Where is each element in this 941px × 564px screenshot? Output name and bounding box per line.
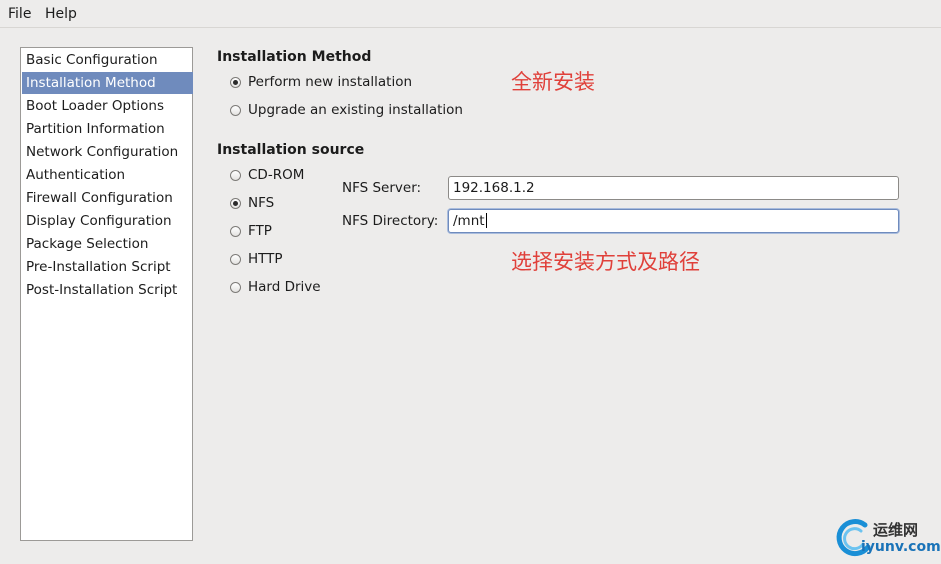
menu-help[interactable]: Help (45, 6, 77, 22)
sidebar-item-pre-installation-script[interactable]: Pre-Installation Script (22, 256, 193, 278)
text-caret (485, 213, 487, 228)
radio-label: NFS (248, 195, 275, 211)
radio-label: HTTP (248, 251, 283, 267)
annotation-new-install: 全新安装 (511, 70, 595, 94)
radio-label: Upgrade an existing installation (248, 102, 463, 118)
sidebar-item-firewall-configuration[interactable]: Firewall Configuration (22, 187, 193, 209)
sidebar-item-boot-loader-options[interactable]: Boot Loader Options (22, 95, 193, 117)
radio-checked-icon[interactable] (230, 198, 241, 209)
watermark-url: iyunv.com (861, 539, 941, 555)
radio-unchecked-icon[interactable] (230, 226, 241, 237)
nfs-server-label: NFS Server: (342, 180, 422, 196)
nfs-server-input[interactable]: 192.168.1.2 (448, 176, 899, 200)
radio-unchecked-icon[interactable] (230, 105, 241, 116)
nfs-directory-value: /mnt (453, 213, 485, 229)
radio-unchecked-icon[interactable] (230, 254, 241, 265)
radio-label: CD-ROM (248, 167, 305, 183)
radio-unchecked-icon[interactable] (230, 170, 241, 181)
sidebar-item-installation-method[interactable]: Installation Method (22, 72, 193, 94)
sidebar-item-post-installation-script[interactable]: Post-Installation Script (22, 279, 193, 301)
installation-source-heading: Installation source (217, 142, 365, 158)
radio-label: Hard Drive (248, 279, 321, 295)
menu-file[interactable]: File (8, 6, 31, 22)
watermark-name: 运维网 (873, 521, 919, 539)
sidebar-item-display-configuration[interactable]: Display Configuration (22, 210, 193, 232)
radio-checked-icon[interactable] (230, 77, 241, 88)
nfs-directory-label: NFS Directory: (342, 213, 439, 229)
sidebar-item-package-selection[interactable]: Package Selection (22, 233, 193, 255)
sidebar-item-basic-configuration[interactable]: Basic Configuration (22, 49, 193, 71)
sidebar-item-partition-information[interactable]: Partition Information (22, 118, 193, 140)
installation-method-heading: Installation Method (217, 49, 372, 65)
radio-label: FTP (248, 223, 272, 239)
menu-bar: File Help (0, 0, 941, 28)
radio-label: Perform new installation (248, 74, 413, 90)
site-watermark: 运维网 iyunv.com (835, 517, 941, 559)
sidebar-item-authentication[interactable]: Authentication (22, 164, 193, 186)
nfs-server-value: 192.168.1.2 (453, 180, 535, 196)
sidebar-item-network-configuration[interactable]: Network Configuration (22, 141, 193, 163)
annotation-choose-method: 选择安装方式及路径 (511, 250, 700, 274)
nfs-directory-input[interactable]: /mnt (448, 209, 899, 233)
sidebar-section-list: Basic Configuration Installation Method … (20, 47, 193, 541)
radio-unchecked-icon[interactable] (230, 282, 241, 293)
